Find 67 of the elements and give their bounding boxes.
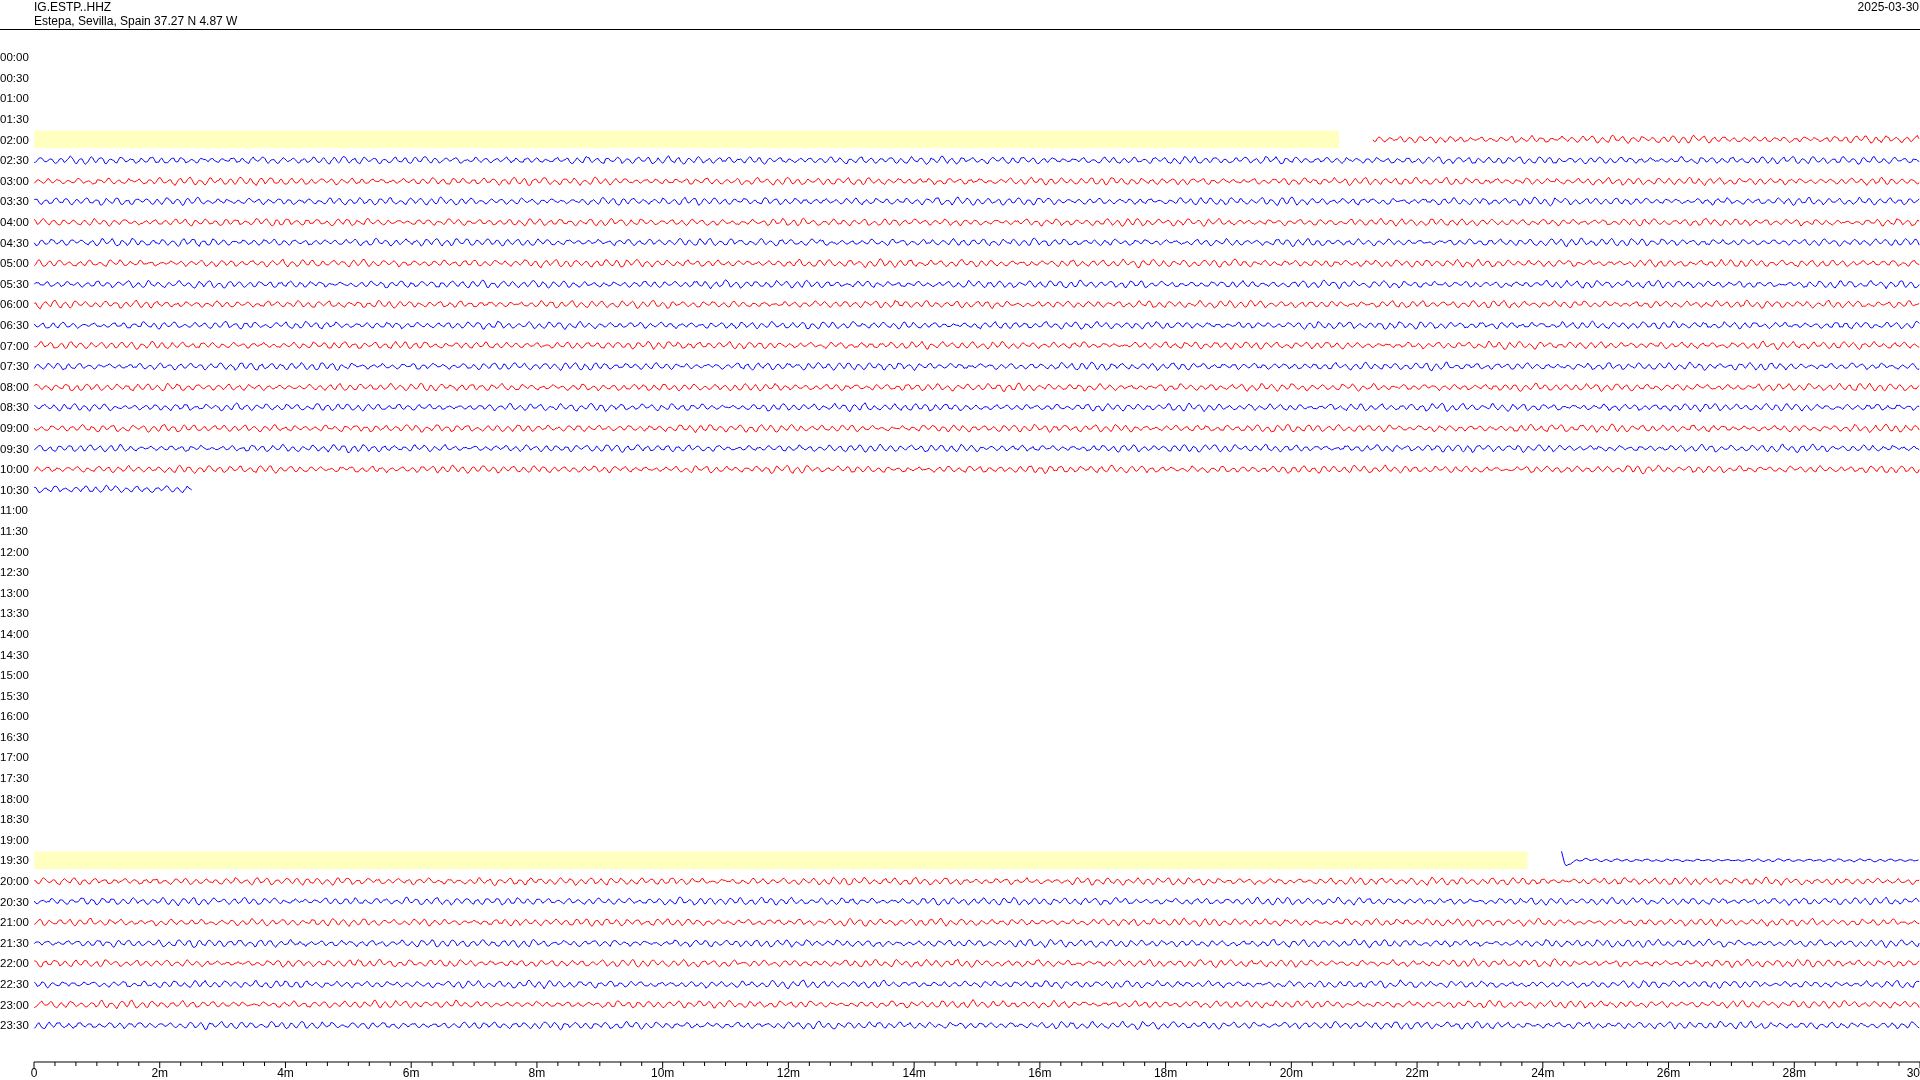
axis-label: 24m (1531, 1065, 1555, 1080)
axis-label: 2m (151, 1065, 169, 1080)
axis-label: 10m (651, 1065, 675, 1080)
time-label: 22:00 (0, 956, 30, 971)
time-label: 12:30 (0, 565, 30, 580)
time-label: 03:00 (0, 173, 30, 188)
plot-date: 2025-03-30 (1857, 0, 1919, 14)
time-label: 19:00 (0, 832, 30, 847)
time-label: 10:30 (0, 482, 30, 497)
time-label: 07:00 (0, 338, 30, 353)
time-label: 19:30 (0, 853, 30, 868)
time-label: 12:00 (0, 544, 30, 559)
time-label: 02:30 (0, 153, 30, 168)
time-label: 20:00 (0, 874, 30, 889)
time-label: 00:00 (0, 50, 30, 65)
time-label: 13:00 (0, 585, 30, 600)
time-label: 20:30 (0, 894, 30, 909)
station-location: Estepa, Sevilla, Spain 37.27 N 4.87 W (34, 14, 238, 28)
time-label: 09:00 (0, 421, 30, 435)
axis-label: 20m (1279, 1065, 1303, 1080)
station-code: IG.ESTP..HHZ (34, 0, 112, 14)
time-label: 14:30 (0, 647, 30, 662)
time-label: 21:30 (0, 935, 30, 950)
time-label: 02:00 (0, 132, 30, 147)
time-label: 15:00 (0, 668, 30, 683)
time-label: 07:30 (0, 359, 30, 374)
time-label: 01:00 (0, 91, 30, 106)
axis-label: 12m (776, 1065, 801, 1080)
time-label: 15:30 (0, 688, 30, 703)
time-label: 18:00 (0, 791, 30, 806)
time-label: 10:00 (0, 462, 30, 477)
time-label: 23:00 (0, 997, 30, 1012)
time-label: 06:30 (0, 318, 30, 332)
time-label: 11:00 (0, 503, 29, 518)
axis-label: 8m (528, 1065, 546, 1080)
time-label: 03:30 (0, 194, 30, 209)
axis-label: 18m (1153, 1065, 1178, 1080)
time-label: 21:00 (0, 915, 30, 930)
axis-label: 30 (1906, 1065, 1920, 1080)
time-label: 17:30 (0, 771, 30, 786)
time-label: 00:30 (0, 70, 30, 85)
axis-label: 0 (30, 1065, 38, 1080)
time-label: 14:00 (0, 626, 30, 641)
axis-label: 26m (1656, 1065, 1681, 1080)
time-label: 22:30 (0, 977, 30, 991)
time-label: 23:30 (0, 1018, 30, 1033)
time-label: 16:30 (0, 729, 30, 744)
time-label: 05:00 (0, 256, 30, 271)
time-label: 16:00 (0, 709, 30, 724)
axis-label: 16m (1028, 1065, 1052, 1080)
time-label: 18:30 (0, 812, 30, 827)
axis-label: 14m (902, 1065, 926, 1080)
time-label: 08:30 (0, 400, 30, 415)
time-label: 08:00 (0, 379, 30, 394)
axis-label: 6m (402, 1065, 420, 1080)
time-label: 09:30 (0, 441, 30, 456)
time-label: 04:00 (0, 215, 30, 230)
axis-label: 22m (1405, 1065, 1429, 1080)
time-label: 06:00 (0, 297, 30, 312)
time-label: 01:30 (0, 112, 30, 127)
time-label: 04:30 (0, 235, 30, 250)
time-label: 11:30 (0, 523, 29, 538)
axis-label: 4m (277, 1065, 294, 1080)
time-label: 05:30 (0, 276, 30, 291)
axis-label: 28m (1782, 1065, 1806, 1080)
time-label: 13:30 (0, 606, 30, 621)
time-label: 17:00 (0, 750, 30, 765)
